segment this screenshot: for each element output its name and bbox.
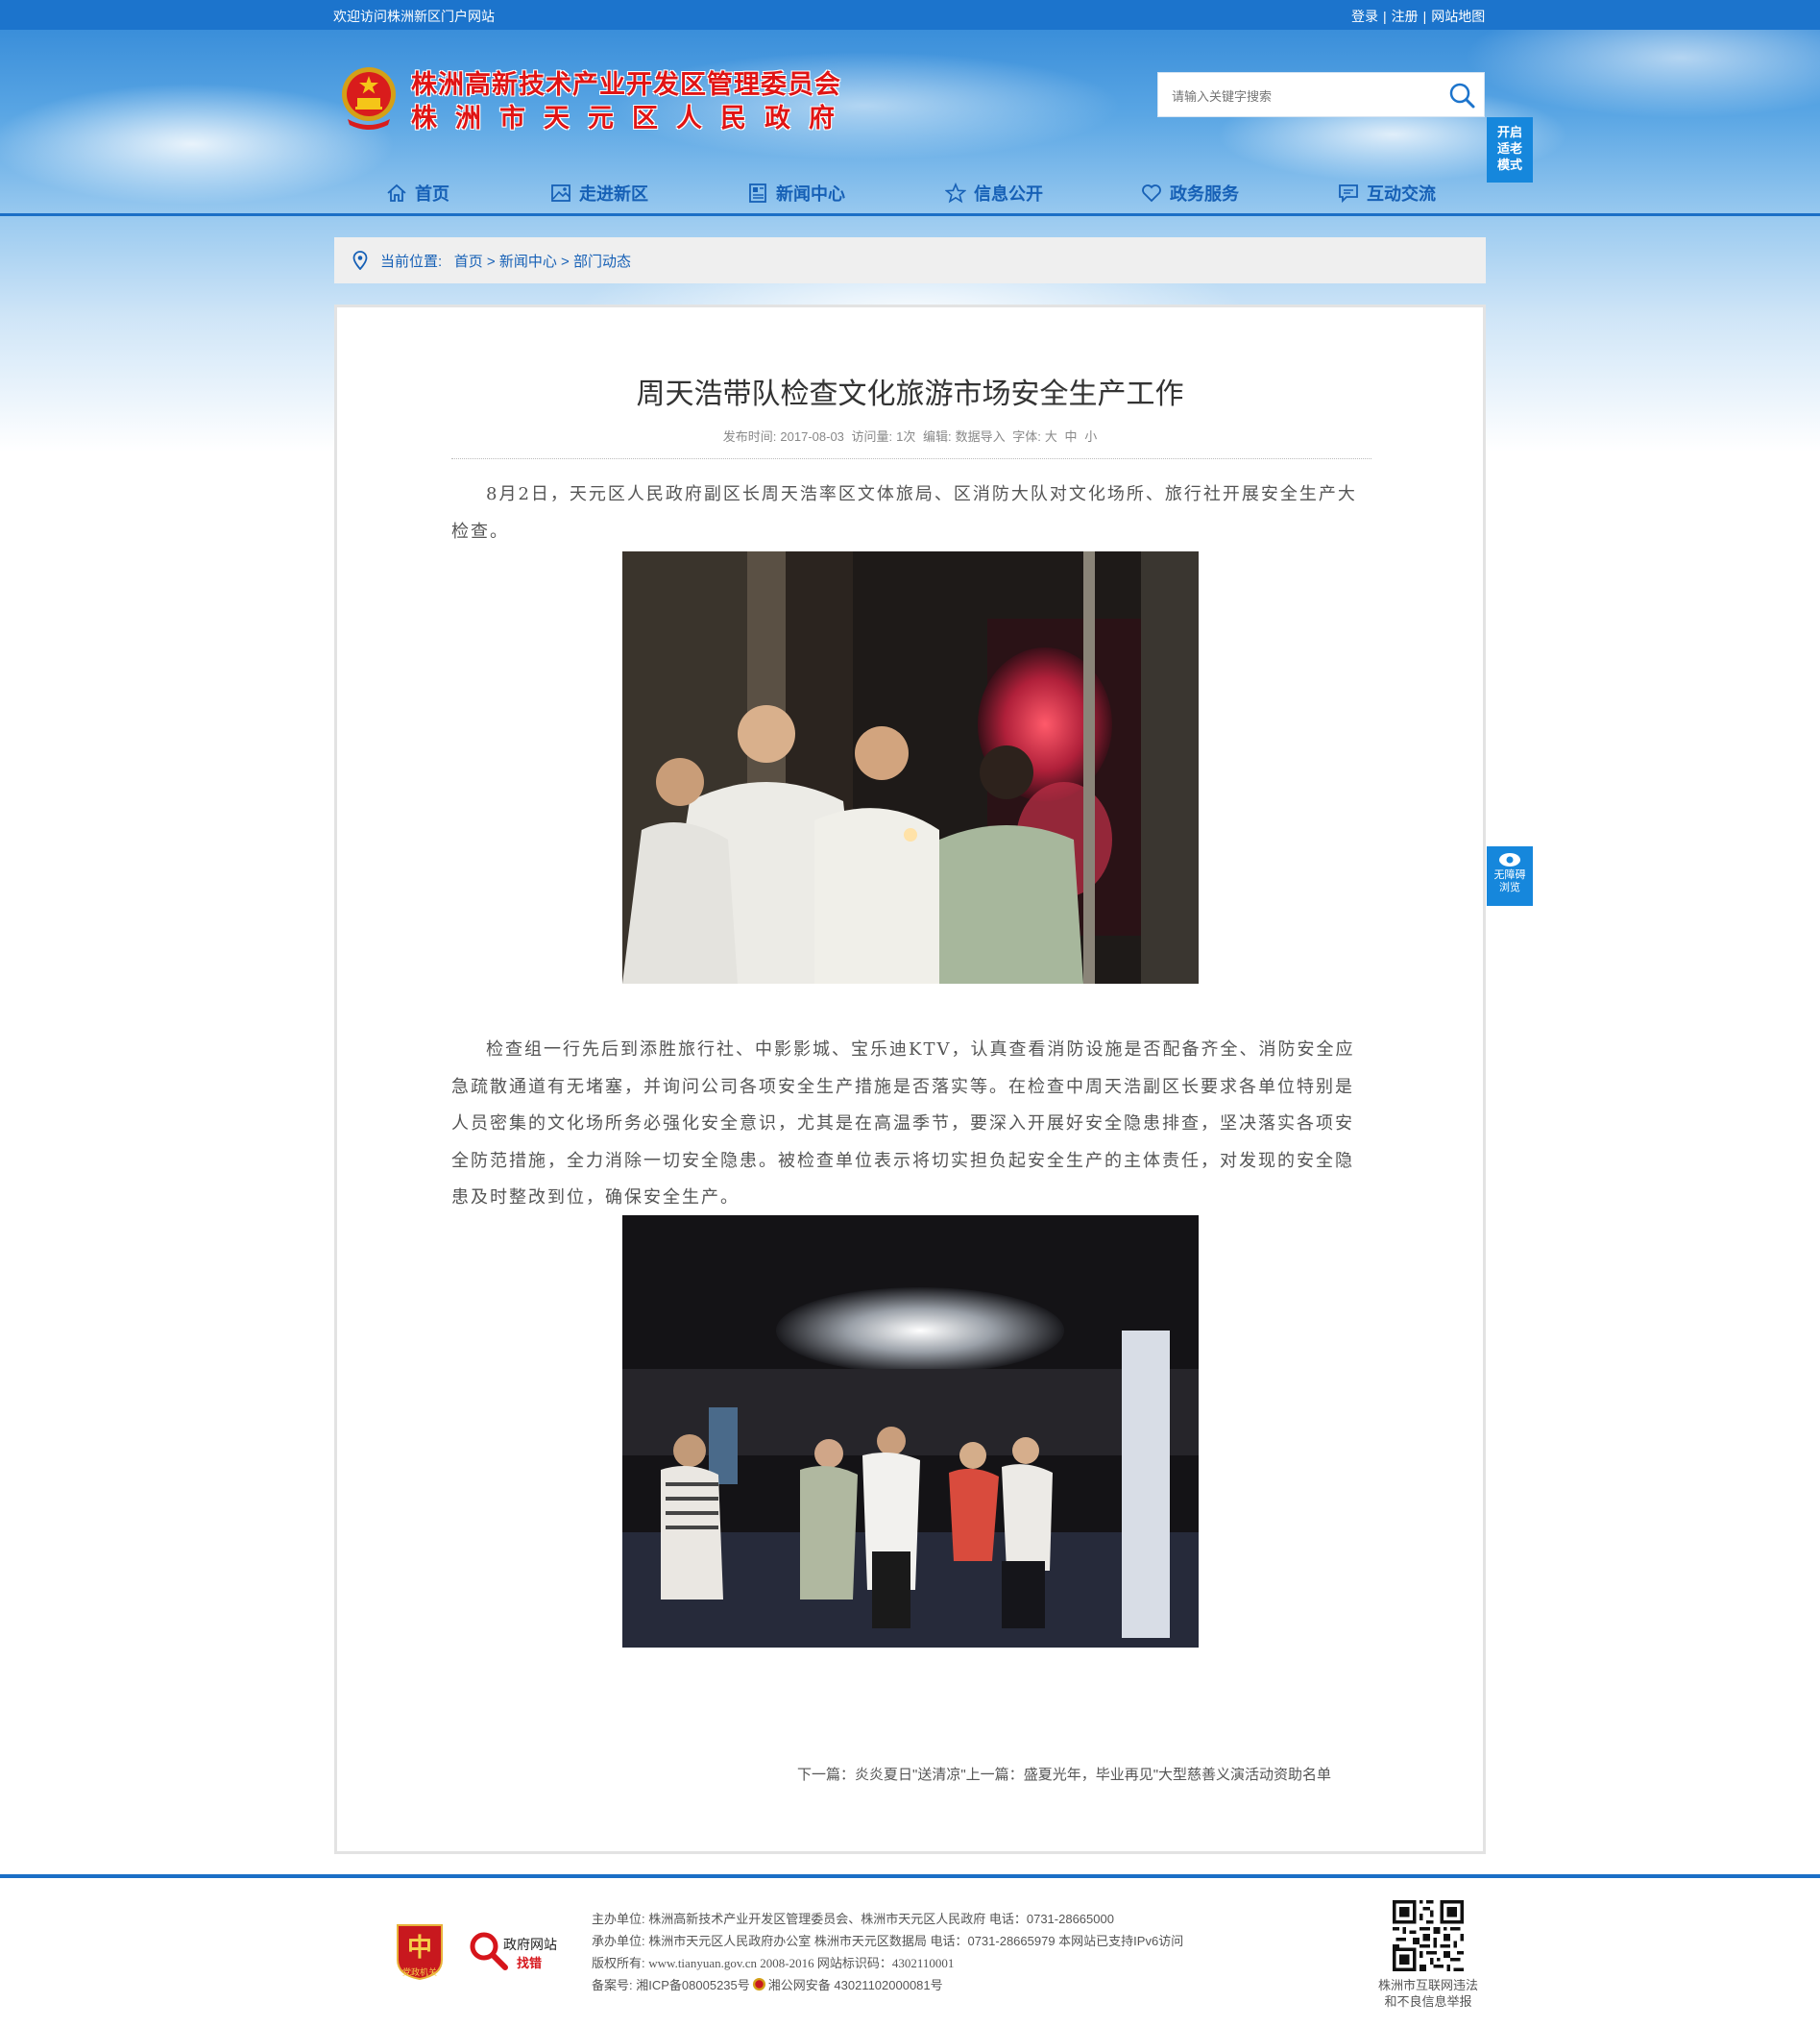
nav-item-service[interactable]: 政务服务: [1141, 179, 1239, 208]
elder-mode-label-2: 适老: [1496, 141, 1522, 156]
eye-icon: [1499, 853, 1520, 867]
gov-error-label-1: 政府网站: [503, 1937, 557, 1952]
gov-site-error-badge[interactable]: 政府网站 找错: [467, 1929, 563, 1971]
editor-label: 编辑:: [923, 429, 952, 444]
nav-label: 互动交流: [1367, 184, 1436, 204]
qr-code-icon: [1393, 1900, 1464, 1971]
site-title-line1: 株洲高新技术产业开发区管理委员会: [411, 70, 841, 99]
report-line-1: 株洲市互联网违法: [1377, 1978, 1478, 1992]
location-pin-icon: [352, 251, 368, 270]
article-title: 周天浩带队检查文化旅游市场安全生产工作: [636, 379, 1184, 410]
search-input[interactable]: [1170, 85, 1433, 108]
record-label: 备案号:: [592, 1978, 633, 1992]
report-line-2: 和不良信息举报: [1384, 1994, 1472, 2009]
footer-record: 备案号: 湘ICP备08005235号 湘公网安备 43021102000081号: [592, 1974, 1183, 1996]
top-bar: 欢迎访问株洲新区门户网站 登录 | 注册 | 网站地图: [0, 0, 1820, 30]
accessibility-button[interactable]: 无障碍 浏览: [1487, 846, 1533, 906]
gov-error-label-2: 找错: [517, 1956, 543, 1970]
breadcrumb-news[interactable]: 新闻中心: [499, 254, 557, 270]
meta-divider: [451, 458, 1371, 459]
divider: |: [1383, 9, 1387, 24]
elder-mode-button[interactable]: 开启 适老 模式: [1487, 117, 1533, 183]
article-meta: 发布时间: 2017-08-03 访问量: 1次 编辑: 数据导入 字体: 大 中 小: [0, 427, 1820, 445]
copyright-label: 版权所有:: [592, 1956, 645, 1970]
undertake-text: 株洲市天元区人民政府办公室 株洲市天元区数据局 电话：0731-28665979…: [648, 1934, 1184, 1948]
top-links: 登录 | 注册 | 网站地图: [1351, 7, 1485, 26]
breadcrumb-current[interactable]: 部门动态: [573, 254, 631, 270]
breadcrumb-home[interactable]: 首页: [454, 254, 483, 270]
star-icon: [945, 183, 966, 204]
font-size-large[interactable]: 大: [1045, 429, 1057, 444]
icp-link[interactable]: 湘ICP备08005235号: [636, 1978, 750, 1992]
party-badge-label: 党政机关: [401, 1967, 437, 1977]
elder-mode-label-3: 模式: [1496, 158, 1522, 172]
newspaper-icon: [749, 183, 766, 203]
footer-undertake: 承办单位: 株洲市天元区人民政府办公室 株洲市天元区数据局 电话：0731-28…: [592, 1930, 1183, 1952]
accessibility-label-1: 无障碍: [1493, 869, 1526, 881]
nav-label: 政务服务: [1170, 184, 1239, 204]
register-link[interactable]: 注册: [1392, 9, 1419, 24]
publish-label: 发布时间:: [722, 429, 777, 444]
host-text: 株洲高新技术产业开发区管理委员会、株洲市天元区人民政府 电话：0731-2866…: [648, 1912, 1114, 1926]
police-record-link[interactable]: 湘公网安备 43021102000081号: [768, 1978, 943, 1992]
login-link[interactable]: 登录: [1351, 9, 1378, 24]
next-label: 下一篇：: [797, 1767, 856, 1783]
breadcrumb-label: 当前位置:: [380, 254, 443, 270]
divider: |: [1422, 9, 1427, 24]
nav-underline: [0, 213, 1820, 216]
font-size-medium[interactable]: 中: [1065, 429, 1078, 444]
next-article-link[interactable]: 炎炎夏日"送清凉": [855, 1767, 966, 1783]
national-emblem-icon[interactable]: [340, 63, 398, 131]
footer-info: 主办单位: 株洲高新技术产业开发区管理委员会、株洲市天元区人民政府 电话：073…: [592, 1908, 1183, 1996]
copyright-text: www.tianyuan.gov.cn 2008-2016 网站标识码：4302…: [648, 1956, 955, 1970]
home-icon: [387, 183, 406, 202]
elder-mode-label-1: 开启: [1496, 125, 1522, 139]
site-title-line2: 株洲市天元区人民政府: [411, 104, 853, 133]
accessibility-label-2: 浏览: [1499, 882, 1520, 893]
nav-item-interact[interactable]: 互动交流: [1338, 179, 1436, 208]
main-nav: 首页 走进新区 新闻中心 信息公开 政务服务 互动交流: [333, 173, 1486, 213]
nav-item-info[interactable]: 信息公开: [945, 179, 1043, 208]
font-size-small[interactable]: 小: [1084, 429, 1097, 444]
nav-label: 新闻中心: [776, 184, 845, 204]
svg-text:中: 中: [407, 1934, 432, 1963]
breadcrumb-text: 当前位置: 首页 > 新闻中心 > 部门动态: [380, 251, 631, 271]
nav-label: 走进新区: [579, 184, 648, 204]
undertake-label: 承办单位:: [592, 1934, 645, 1948]
nav-label: 信息公开: [974, 184, 1043, 204]
nav-item-home[interactable]: 首页: [386, 179, 449, 208]
image-icon: [551, 184, 570, 202]
prev-article-link[interactable]: 盛夏光年，毕业再见"大型慈善义演活动资助名单: [1024, 1767, 1331, 1783]
font-size-label: 字体:: [1012, 429, 1041, 444]
footer-copyright: 版权所有: www.tianyuan.gov.cn 2008-2016 网站标识…: [592, 1952, 1183, 1974]
editor-name: 数据导入: [955, 429, 1006, 444]
article-paragraph-2: 检查组一行先后到添胜旅行社、中影影城、宝乐迪KTV，认真查看消防设施是否配备齐全…: [451, 1039, 1355, 1208]
article-paragraph-1: 8月2日，天元区人民政府副区长周天浩率区文体旅局、区消防大队对文化场所、旅行社开…: [451, 484, 1357, 542]
breadcrumb-sep: >: [561, 254, 570, 270]
heart-icon: [1142, 184, 1161, 203]
publish-date: 2017-08-03: [780, 429, 844, 444]
nav-label: 首页: [415, 184, 449, 204]
breadcrumb-sep: >: [486, 254, 496, 270]
article-photo-inspection: [622, 551, 1199, 984]
report-text: 株洲市互联网违法 和不良信息举报: [1364, 1977, 1492, 2010]
footer-host: 主办单位: 株洲高新技术产业开发区管理委员会、株洲市天元区人民政府 电话：073…: [592, 1908, 1183, 1930]
views-count: 1次: [896, 429, 916, 444]
nav-item-about[interactable]: 走进新区: [550, 179, 648, 208]
search-box: [1157, 72, 1485, 117]
chat-icon: [1339, 184, 1358, 204]
article-pager: 下一篇：炎炎夏日"送清凉"上一篇：盛夏光年，毕业再见"大型慈善义演活动资助名单: [797, 1764, 1331, 1784]
views-label: 访问量:: [851, 429, 893, 444]
sitemap-link[interactable]: 网站地图: [1431, 9, 1485, 24]
police-badge-icon: [752, 1977, 765, 1991]
prev-label: 上一篇：: [965, 1767, 1024, 1783]
breadcrumb: 当前位置: 首页 > 新闻中心 > 部门动态: [334, 237, 1486, 283]
search-icon[interactable]: [1447, 81, 1476, 110]
welcome-text: 欢迎访问株洲新区门户网站: [333, 9, 495, 24]
host-label: 主办单位:: [592, 1912, 645, 1926]
nav-item-news[interactable]: 新闻中心: [747, 179, 845, 208]
article-photo-cinema: [622, 1215, 1199, 1648]
